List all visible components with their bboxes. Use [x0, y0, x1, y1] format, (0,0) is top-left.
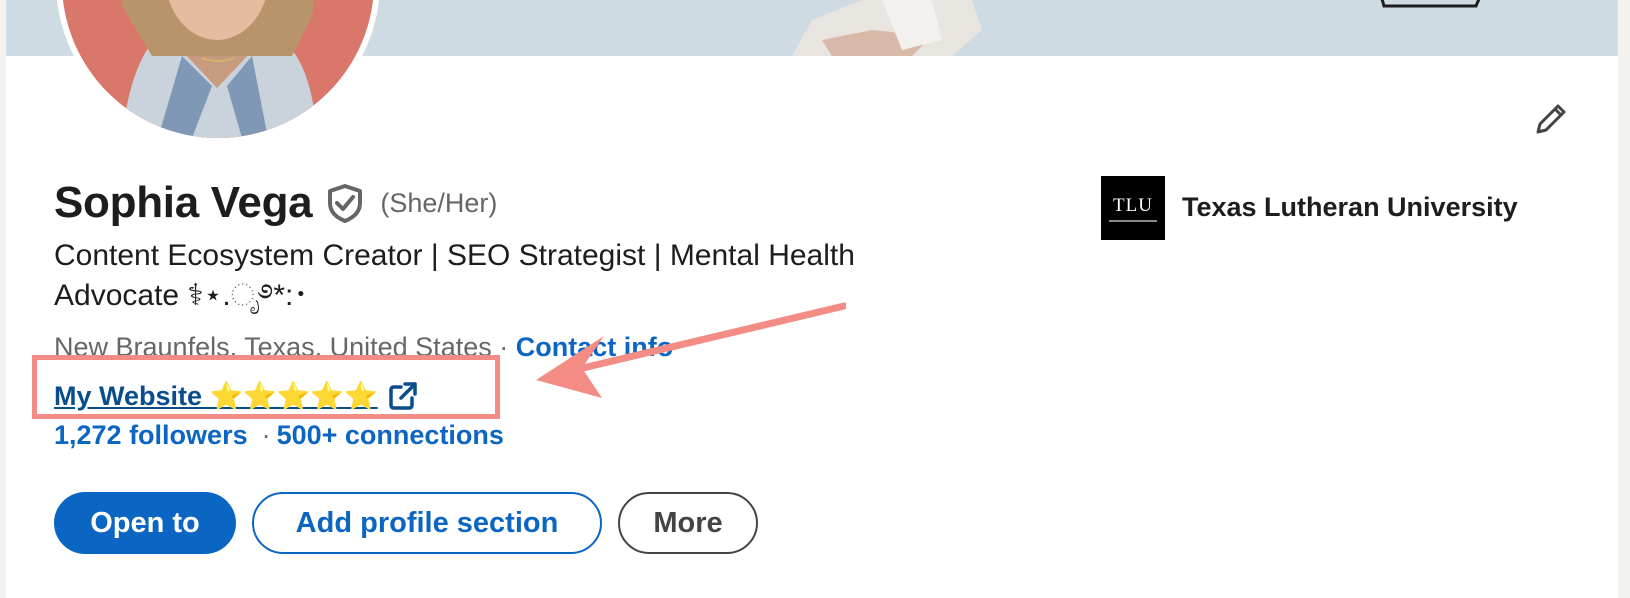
- annotation-highlight-box: [32, 355, 500, 419]
- profile-name: Sophia Vega: [54, 178, 313, 227]
- name-row: Sophia Vega (She/Her): [54, 178, 497, 228]
- shield-check-icon[interactable]: [326, 183, 364, 223]
- stats-separator: ·: [261, 420, 271, 450]
- pronouns: (She/Her): [380, 187, 498, 218]
- banner-photo: [792, 0, 982, 56]
- edit-intro-button[interactable]: [1526, 96, 1574, 144]
- envelope-icon: [1380, 0, 1481, 8]
- more-button[interactable]: More: [618, 492, 758, 554]
- school-logo-rule: [1109, 219, 1157, 222]
- network-stats: 1,272 followers · 500+ connections: [54, 420, 504, 451]
- school-logo-text: TLU: [1113, 194, 1153, 216]
- add-profile-section-button[interactable]: Add profile section: [252, 492, 602, 554]
- school-name[interactable]: Texas Lutheran University: [1182, 192, 1518, 223]
- annotation-arrow: [536, 302, 846, 398]
- followers-link[interactable]: 1,272 followers: [54, 420, 248, 450]
- profile-actions: Open to Add profile section More: [54, 492, 758, 554]
- connections-link[interactable]: 500+ connections: [277, 420, 504, 450]
- open-to-button[interactable]: Open to: [54, 492, 236, 554]
- avatar[interactable]: [62, 0, 374, 138]
- profile-card: Sophia Vega (She/Her) Content Ecosystem …: [6, 0, 1618, 598]
- pencil-icon: [1536, 104, 1566, 134]
- school-logo[interactable]: TLU: [1101, 176, 1165, 240]
